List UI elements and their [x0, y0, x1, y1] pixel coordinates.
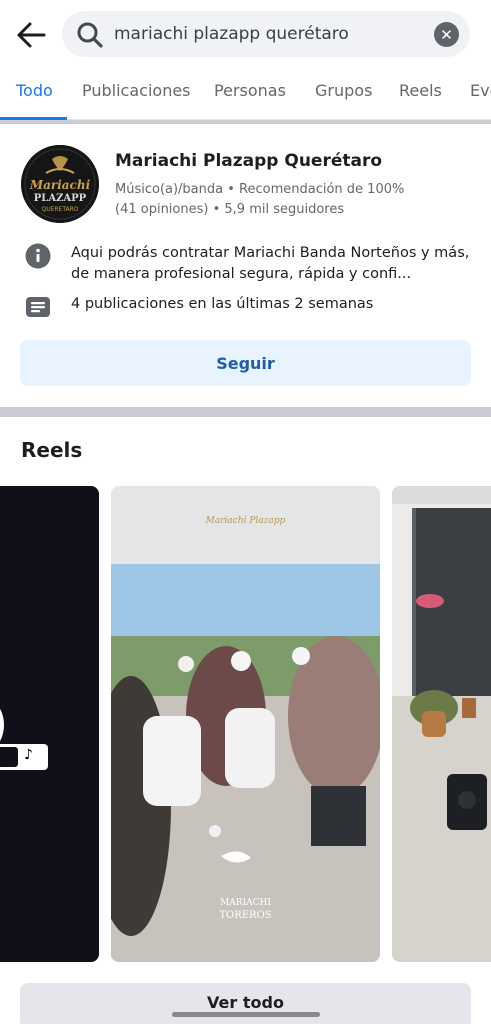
- section-divider: [0, 407, 491, 417]
- reel-video-frame: [111, 486, 380, 962]
- search-input[interactable]: mariachi plazapp querétaro ✕: [62, 11, 470, 57]
- avatar-logo-text: QUERETARO: [41, 206, 79, 213]
- page-result-card[interactable]: Mariachi PLAZAPP QUERETARO Mariachi Plaz…: [0, 125, 491, 407]
- search-filter-tabs: Todo Publicaciones Personas Grupos Reels…: [0, 70, 491, 120]
- tab-publicaciones[interactable]: Publicaciones: [82, 70, 191, 120]
- reel-video-frame: [392, 486, 491, 962]
- page-title[interactable]: Mariachi Plazapp Querétaro: [115, 151, 382, 171]
- home-indicator[interactable]: [172, 1012, 320, 1017]
- search-icon: [76, 21, 104, 49]
- tab-eventos[interactable]: Eve: [470, 70, 491, 120]
- see-all-button[interactable]: Ver todo: [20, 983, 471, 1024]
- search-query-text: mariachi plazapp querétaro: [114, 24, 349, 44]
- top-bar: mariachi plazapp querétaro ✕: [0, 0, 491, 70]
- info-row-description: Aqui podrás contratar Mariachi Banda Nor…: [25, 243, 475, 285]
- page-category-rating: Músico(a)/banda • Recomendación de 100%: [115, 182, 405, 197]
- tab-grupos[interactable]: Grupos: [315, 70, 372, 120]
- tab-todo[interactable]: Todo: [0, 70, 67, 120]
- page-description: Aqui podrás contratar Mariachi Banda Nor…: [71, 245, 470, 282]
- posts-icon: [25, 294, 51, 320]
- tab-personas[interactable]: Personas: [214, 70, 286, 120]
- divider: [0, 120, 491, 124]
- clear-icon[interactable]: ✕: [434, 22, 459, 47]
- reel-thumbnail[interactable]: ♪: [0, 486, 99, 962]
- reel-overlay-badge: ♪: [0, 744, 48, 770]
- reels-section-title: Reels: [21, 438, 83, 462]
- info-icon: [25, 243, 51, 269]
- tiktok-icon: ♪: [24, 747, 33, 763]
- info-row-posts: 4 publicaciones en las últimas 2 semanas: [25, 294, 475, 320]
- reel-watermark: MARIACHI: [220, 898, 271, 908]
- reel-watermark: Mariachi Plazapp: [205, 516, 286, 526]
- avatar[interactable]: Mariachi PLAZAPP QUERETARO: [21, 145, 99, 223]
- page-meta: Músico(a)/banda • Recomendación de 100% …: [115, 180, 475, 220]
- back-arrow-icon[interactable]: [12, 18, 50, 52]
- page-followers: (41 opiniones) • 5,9 mil seguidores: [115, 202, 345, 217]
- tab-reels[interactable]: Reels: [399, 70, 442, 120]
- posts-info: 4 publicaciones en las últimas 2 semanas: [71, 296, 374, 312]
- avatar-logo-text: Mariachi: [29, 178, 91, 192]
- reel-thumbnail[interactable]: [392, 486, 491, 962]
- reel-thumbnail[interactable]: Mariachi Plazapp MARIACHI TOREROS: [111, 486, 380, 962]
- avatar-logo-text: PLAZAPP: [33, 193, 87, 204]
- reel-watermark: TOREROS: [219, 910, 272, 921]
- follow-button[interactable]: Seguir: [20, 340, 471, 386]
- play-circle-icon: [0, 700, 4, 750]
